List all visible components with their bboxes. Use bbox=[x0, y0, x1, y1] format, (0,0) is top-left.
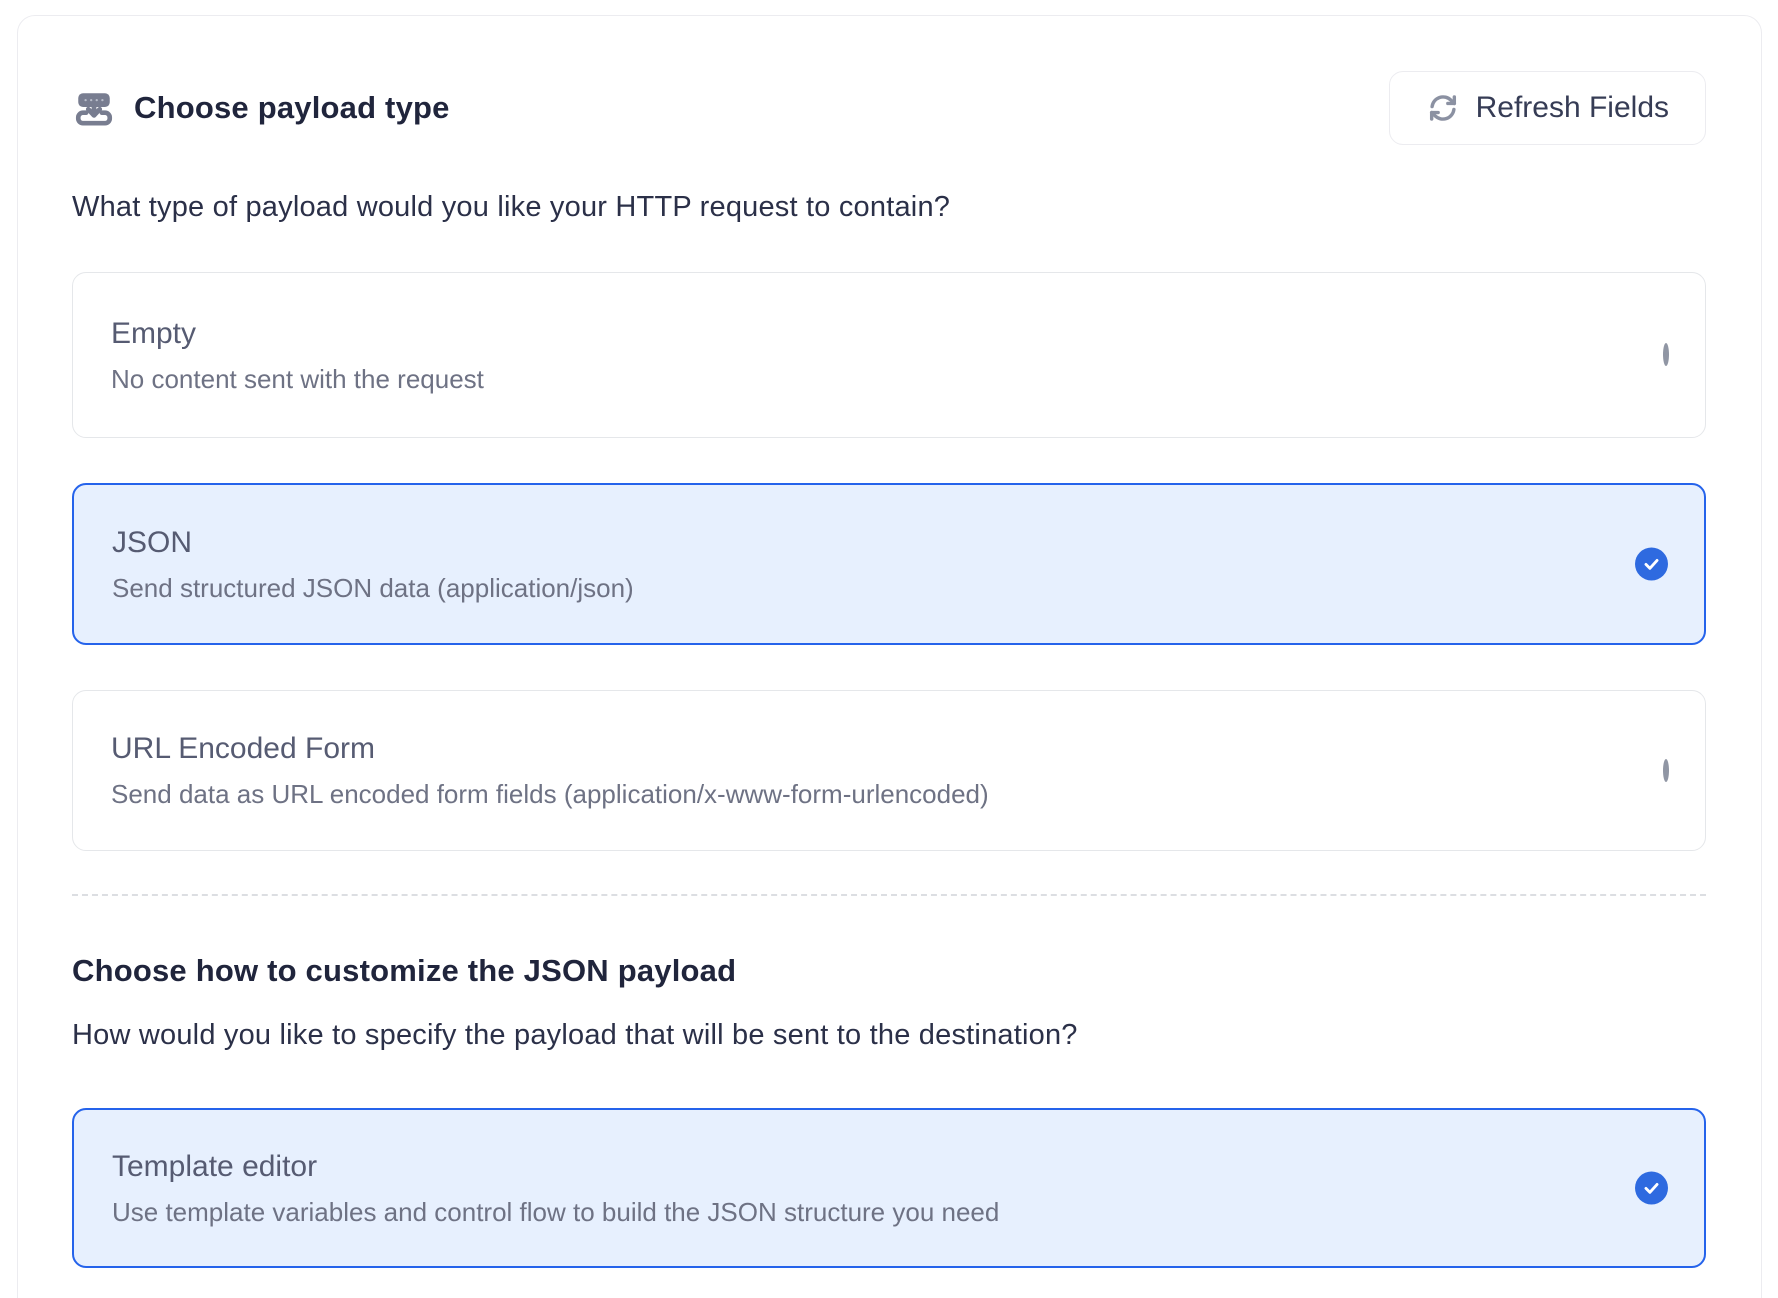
panel-header-left: Choose payload type bbox=[72, 87, 450, 129]
refresh-button-label: Refresh Fields bbox=[1476, 91, 1669, 125]
radio-unselected-icon[interactable] bbox=[1663, 346, 1669, 364]
option-description: Send data as URL encoded form fields (ap… bbox=[111, 778, 1605, 810]
option-title: JSON bbox=[112, 525, 1604, 561]
payload-option-url-encoded-form[interactable]: URL Encoded Form Send data as URL encode… bbox=[72, 690, 1706, 851]
option-description: Send structured JSON data (application/j… bbox=[112, 572, 1604, 604]
radio-unselected-icon[interactable] bbox=[1663, 762, 1669, 780]
page: Choose payload type Refresh Fields What … bbox=[0, 0, 1778, 1298]
option-description: No content sent with the request bbox=[111, 363, 1605, 395]
check-circle-icon[interactable] bbox=[1635, 548, 1668, 581]
refresh-fields-button[interactable]: Refresh Fields bbox=[1389, 71, 1706, 145]
customize-question: How would you like to specify the payloa… bbox=[72, 1019, 1078, 1052]
option-description: Use template variables and control flow … bbox=[112, 1196, 1604, 1228]
section-divider bbox=[72, 894, 1706, 896]
customize-section-heading: Choose how to customize the JSON payload bbox=[72, 953, 736, 989]
payload-tray-icon bbox=[72, 87, 116, 129]
page-title: Choose payload type bbox=[134, 90, 450, 126]
payload-type-question: What type of payload would you like your… bbox=[72, 191, 950, 224]
refresh-icon bbox=[1426, 91, 1460, 125]
payload-option-empty[interactable]: Empty No content sent with the request bbox=[72, 272, 1706, 438]
check-circle-icon[interactable] bbox=[1635, 1172, 1668, 1205]
customize-option-template-editor[interactable]: Template editor Use template variables a… bbox=[72, 1108, 1706, 1268]
option-title: URL Encoded Form bbox=[111, 731, 1605, 767]
payload-option-json[interactable]: JSON Send structured JSON data (applicat… bbox=[72, 483, 1706, 645]
option-title: Template editor bbox=[112, 1149, 1604, 1185]
option-title: Empty bbox=[111, 316, 1605, 352]
panel-header: Choose payload type Refresh Fields bbox=[72, 70, 1706, 146]
